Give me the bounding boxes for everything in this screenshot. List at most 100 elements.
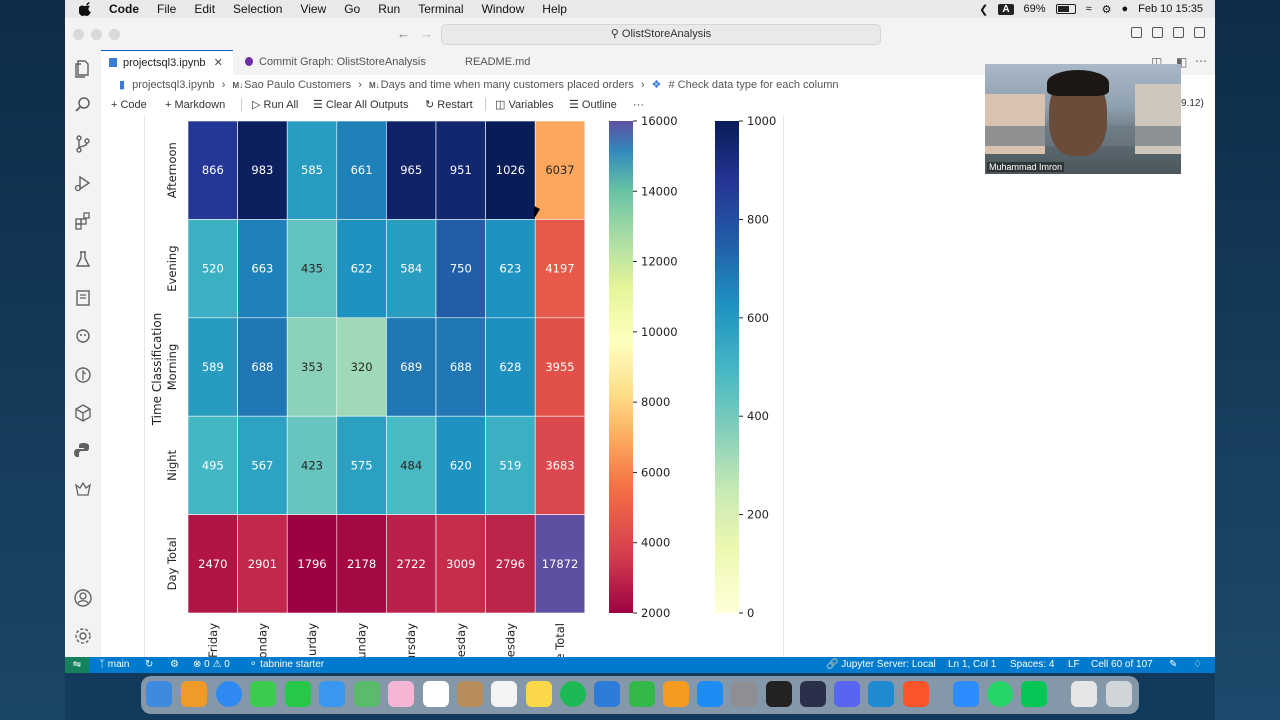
- menu-terminal[interactable]: Terminal: [418, 2, 463, 16]
- extensions-icon[interactable]: [73, 211, 93, 231]
- tabnine-status[interactable]: ⚬ tabnine starter: [249, 657, 324, 673]
- siri-icon[interactable]: ●: [1122, 3, 1129, 15]
- python-icon[interactable]: [73, 441, 93, 461]
- git-graph-icon[interactable]: ⚙: [170, 657, 179, 673]
- tab-commit-graph[interactable]: Commit Graph: OlistStoreAnalysis: [237, 50, 437, 75]
- input-source-indicator[interactable]: A: [998, 3, 1014, 15]
- kernel-version[interactable]: 9.12): [1181, 98, 1204, 109]
- notebook-icon[interactable]: [73, 288, 93, 308]
- launchpad-icon[interactable]: [181, 681, 207, 707]
- customize-layout-icon[interactable]: [1194, 27, 1205, 38]
- numbers-icon[interactable]: [629, 681, 655, 707]
- cursor-position[interactable]: Ln 1, Col 1: [948, 657, 996, 673]
- messages-icon[interactable]: [250, 681, 276, 707]
- forward-arrow-icon[interactable]: →: [420, 26, 433, 41]
- brave-icon[interactable]: [903, 681, 929, 707]
- chatgpt-icon[interactable]: [800, 681, 826, 707]
- control-center-icon[interactable]: ⚙: [1102, 3, 1112, 16]
- pages-icon[interactable]: [663, 681, 689, 707]
- vscode-icon[interactable]: [868, 681, 894, 707]
- terminal-icon[interactable]: [766, 681, 792, 707]
- finder-icon[interactable]: [146, 681, 172, 707]
- indentation-status[interactable]: Spaces: 4: [1010, 657, 1054, 673]
- notes-brown-icon[interactable]: [457, 681, 483, 707]
- close-icon[interactable]: ✕: [214, 57, 223, 69]
- breadcrumb-section[interactable]: Sao Paulo Customers: [244, 79, 351, 91]
- battery-icon[interactable]: [1055, 4, 1076, 14]
- search-icon[interactable]: [73, 95, 93, 115]
- line-icon[interactable]: [1021, 681, 1047, 707]
- menu-selection[interactable]: Selection: [233, 2, 282, 16]
- remote-explorer-icon[interactable]: [73, 480, 93, 500]
- safari-icon[interactable]: [216, 681, 242, 707]
- menu-view[interactable]: View: [300, 2, 326, 16]
- facetime-icon[interactable]: [285, 681, 311, 707]
- breadcrumb-cell[interactable]: # Check data type for each column: [668, 79, 838, 91]
- restart-kernel-button[interactable]: ↻ Restart: [425, 96, 473, 114]
- menu-help[interactable]: Help: [542, 2, 567, 16]
- downloads-stack-icon[interactable]: [1071, 681, 1097, 707]
- outline-button[interactable]: ☰ Outline: [569, 96, 617, 114]
- menu-run[interactable]: Run: [378, 2, 400, 16]
- clear-outputs-button[interactable]: ☰ Clear All Outputs: [313, 96, 408, 114]
- menu-file[interactable]: File: [157, 2, 176, 16]
- copilot-icon[interactable]: [73, 326, 93, 346]
- testing-flask-icon[interactable]: [73, 249, 93, 269]
- branch-status[interactable]: ᛉ main: [99, 657, 129, 673]
- source-control-icon[interactable]: [73, 134, 93, 154]
- add-code-cell-button[interactable]: + Code: [111, 96, 147, 114]
- mail-icon[interactable]: [319, 681, 345, 707]
- package-icon[interactable]: [73, 403, 93, 423]
- account-icon[interactable]: [73, 588, 93, 608]
- trash-icon[interactable]: [1106, 681, 1132, 707]
- gear-icon[interactable]: [73, 626, 93, 646]
- more-actions-icon[interactable]: ⋯: [1195, 54, 1207, 68]
- tab-projectsql3[interactable]: projectsql3.ipynb ✕: [101, 50, 233, 75]
- menu-go[interactable]: Go: [344, 2, 360, 16]
- video-call-overlay[interactable]: Muhammad Imron: [985, 64, 1181, 174]
- minimize-window-button[interactable]: [91, 29, 102, 40]
- sync-icon[interactable]: ↻: [145, 657, 153, 673]
- calendar-icon[interactable]: [423, 681, 449, 707]
- toggle-sidebar-icon[interactable]: [1131, 27, 1142, 38]
- keynote-icon[interactable]: [594, 681, 620, 707]
- system-settings-icon[interactable]: [731, 681, 757, 707]
- whatsapp-icon[interactable]: [987, 681, 1013, 707]
- zoom-window-button[interactable]: [109, 29, 120, 40]
- wifi-icon[interactable]: ≈: [1086, 3, 1092, 15]
- add-markdown-cell-button[interactable]: + Markdown: [165, 96, 225, 114]
- jupyter-server-status[interactable]: 🔗 Jupyter Server: Local: [826, 657, 936, 673]
- command-center-search[interactable]: ⚲ OlistStoreAnalysis: [441, 24, 881, 45]
- spotify-icon[interactable]: [560, 681, 586, 707]
- photos-icon[interactable]: [388, 681, 414, 707]
- run-debug-icon[interactable]: [73, 173, 93, 193]
- variables-button[interactable]: ◫ Variables: [495, 96, 554, 114]
- reminders-icon[interactable]: [491, 681, 517, 707]
- menu-edit[interactable]: Edit: [194, 2, 215, 16]
- explorer-icon[interactable]: [73, 58, 93, 78]
- problems-status[interactable]: ⊗ 0 ⚠ 0: [193, 657, 230, 673]
- zoom-icon[interactable]: [953, 681, 979, 707]
- notes-icon[interactable]: [526, 681, 552, 707]
- breadcrumb-subsection[interactable]: Days and time when many customers placed…: [381, 79, 634, 91]
- toggle-secondary-sidebar-icon[interactable]: [1173, 27, 1184, 38]
- maps-icon[interactable]: [354, 681, 380, 707]
- back-arrow-icon[interactable]: ←: [397, 26, 410, 41]
- menu-app-name[interactable]: Code: [109, 2, 139, 16]
- breadcrumb-file[interactable]: projectsql3.ipynb: [132, 79, 215, 91]
- app-store-icon[interactable]: [697, 681, 723, 707]
- tab-readme[interactable]: README.md: [447, 50, 547, 75]
- chevron-left-icon[interactable]: ❮: [979, 3, 988, 16]
- toggle-panel-icon[interactable]: [1152, 27, 1163, 38]
- discord-icon[interactable]: [834, 681, 860, 707]
- apple-icon[interactable]: [79, 2, 93, 16]
- menu-window[interactable]: Window: [482, 2, 525, 16]
- bell-icon[interactable]: ♢: [1193, 657, 1202, 673]
- feedback-icon[interactable]: ✎: [1169, 657, 1177, 673]
- cell-count-status[interactable]: Cell 60 of 107: [1091, 657, 1153, 673]
- remote-indicator-icon[interactable]: ⇋: [65, 657, 89, 673]
- clock[interactable]: Feb 10 15:35: [1138, 3, 1203, 15]
- run-all-button[interactable]: ▷ Run All: [252, 96, 298, 114]
- eol-status[interactable]: LF: [1068, 657, 1080, 673]
- more-toolbar-button[interactable]: ···: [633, 96, 644, 114]
